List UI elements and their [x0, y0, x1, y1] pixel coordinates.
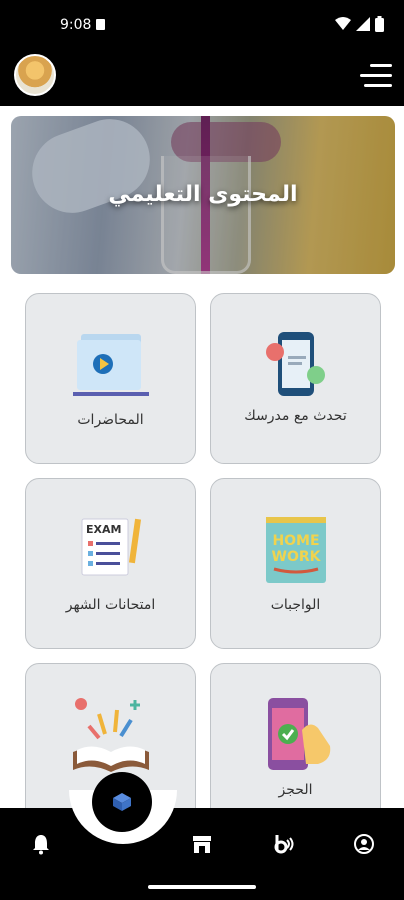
store-icon[interactable]	[190, 832, 214, 856]
svg-text:HOME: HOME	[272, 533, 319, 549]
card-lectures-label: المحاضرات	[77, 412, 144, 428]
phone-chat-icon	[265, 332, 325, 396]
card-monthly-exams-label: امتحانات الشهر	[65, 597, 156, 613]
card-booking[interactable]: الحجز	[210, 663, 381, 810]
card-booking-label: الحجز	[278, 782, 313, 798]
cube-icon	[113, 793, 131, 811]
bell-icon[interactable]	[29, 832, 53, 856]
homework-notebook-icon: HOME WORK	[265, 517, 326, 583]
battery-icon	[375, 16, 384, 32]
user-avatar[interactable]	[14, 54, 56, 96]
banner-title: المحتوى التعليمي	[108, 182, 298, 207]
profile-icon[interactable]	[352, 832, 376, 856]
status-time: 9:08	[60, 17, 92, 33]
app-header	[0, 50, 404, 106]
beats-icon[interactable]	[271, 832, 295, 856]
cellular-signal-icon	[356, 17, 370, 31]
camera-cutout	[14, 10, 48, 44]
card-monthly-exams[interactable]: EXAM امتحانات الشهر	[25, 478, 196, 649]
wifi-icon	[335, 17, 351, 30]
home-indicator[interactable]	[148, 885, 256, 889]
card-chat-teacher[interactable]: تحدث مع مدرسك	[210, 293, 381, 464]
svg-text:WORK: WORK	[271, 549, 321, 565]
hamburger-menu-icon[interactable]	[358, 64, 392, 88]
open-book-icon	[72, 698, 149, 772]
svg-text:EXAM: EXAM	[86, 523, 121, 536]
status-bar: 9:08	[0, 0, 404, 50]
nav-center-button[interactable]	[92, 772, 152, 832]
card-lectures[interactable]: المحاضرات	[25, 293, 196, 464]
content-banner[interactable]: المحتوى التعليمي	[11, 116, 395, 274]
card-homework[interactable]: HOME WORK الواجبات	[210, 478, 381, 649]
card-chat-teacher-label: تحدث مع مدرسك	[244, 408, 347, 424]
status-icons	[335, 16, 384, 32]
sim-card-icon	[96, 19, 105, 30]
phone-tap-icon	[267, 698, 330, 770]
main-content: المحتوى التعليمي تحدث مع مدرسك المحاضرات…	[0, 106, 404, 810]
exam-checklist-icon: EXAM	[81, 518, 141, 576]
card-homework-label: الواجبات	[270, 597, 321, 613]
video-folder-icon	[72, 334, 149, 396]
